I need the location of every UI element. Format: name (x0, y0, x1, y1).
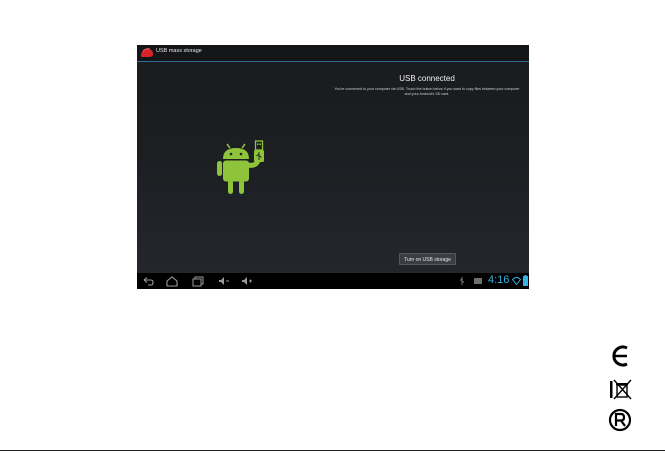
status-clock: 4:16 (488, 274, 510, 286)
ce-mark-icon (612, 345, 628, 367)
page-divider (0, 450, 665, 451)
navigation-bar: 4:16 (137, 273, 529, 289)
device-screen: USB mass storage USB connected You're co… (137, 45, 529, 289)
weee-bin-icon (610, 379, 632, 400)
title-bar: USB mass storage (137, 45, 529, 62)
app-title: USB mass storage (156, 48, 202, 54)
volume-down-icon[interactable] (217, 275, 231, 287)
back-icon[interactable] (142, 275, 154, 287)
app-icon[interactable] (140, 47, 154, 59)
usb-connected-heading: USB connected (399, 74, 455, 83)
usb-description: You're connected to your computer via US… (334, 87, 520, 96)
battery-icon (523, 275, 528, 286)
wifi-icon (512, 277, 521, 285)
turn-on-usb-storage-button[interactable]: Turn on USB storage (399, 253, 456, 265)
recent-apps-icon[interactable] (192, 275, 204, 287)
volume-up-icon[interactable] (240, 275, 254, 287)
recycle-mark-icon (608, 408, 632, 432)
usb-icon (459, 277, 465, 285)
android-usb-icon (217, 140, 264, 194)
home-icon[interactable] (165, 275, 179, 287)
notification-icon (474, 278, 482, 284)
